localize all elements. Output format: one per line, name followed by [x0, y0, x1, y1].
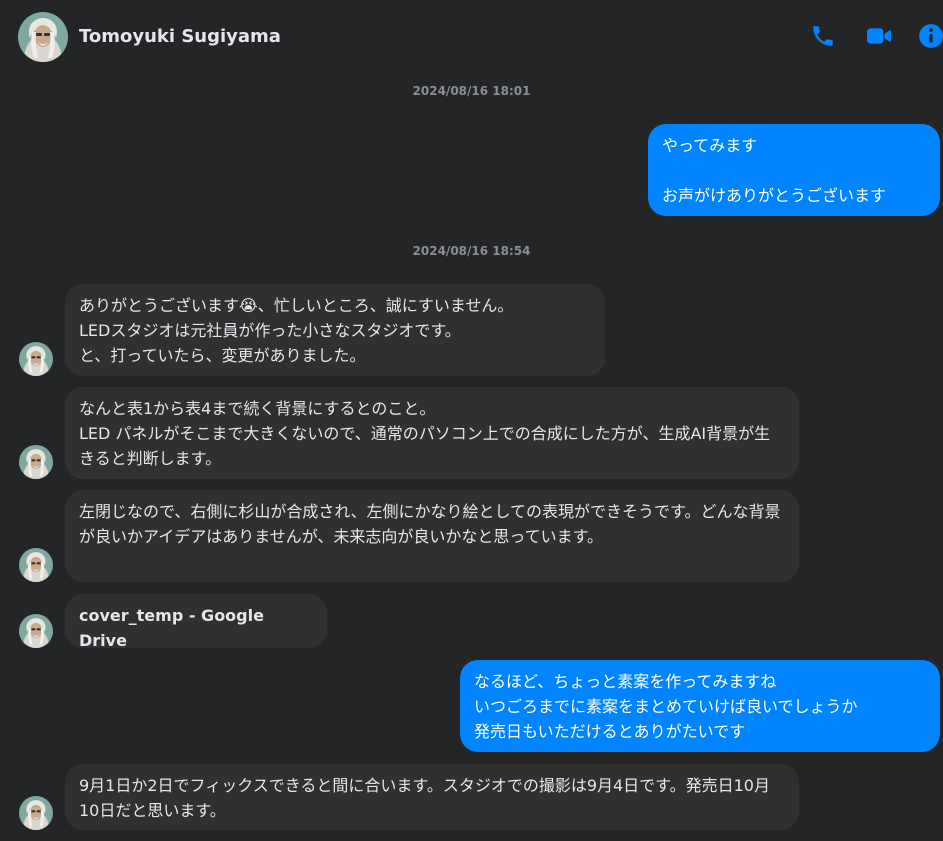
incoming-message[interactable]: なんと表1から表4まで続く背景にするとのこと。 LED パネルがそこまで大きくな…: [65, 387, 799, 479]
sender-avatar[interactable]: [19, 614, 53, 648]
conversation-header: Tomoyuki Sugiyama: [0, 0, 943, 74]
message-timestamp: 2024/08/16 18:54: [412, 244, 531, 258]
phone-icon[interactable]: [810, 23, 836, 49]
info-icon[interactable]: [918, 23, 943, 49]
message-timestamp: 2024/08/16 18:01: [412, 84, 531, 98]
contact-name[interactable]: Tomoyuki Sugiyama: [79, 26, 281, 47]
outgoing-message[interactable]: やってみます お声がけありがとうございます: [648, 124, 940, 216]
sender-avatar[interactable]: [19, 796, 53, 830]
incoming-message[interactable]: 9月1日か2日でフィックスできると間に合います。スタジオでの撮影は9月4日です。…: [65, 764, 799, 830]
sender-avatar[interactable]: [19, 445, 53, 479]
contact-avatar[interactable]: [18, 12, 68, 62]
incoming-message[interactable]: 左閉じなので、右側に杉山が合成され、左側にかなり絵としての表現ができそうです。ど…: [65, 490, 799, 582]
shared-link-message[interactable]: cover_temp - Google Drive: [65, 594, 327, 650]
outgoing-message[interactable]: なるほど、ちょっと素案を作ってみますね いつごろまでに素案をまとめていけば良いで…: [460, 660, 940, 752]
sender-avatar[interactable]: [19, 548, 53, 582]
sender-avatar[interactable]: [19, 342, 53, 376]
incoming-message[interactable]: ありがとうございます😭、忙しいところ、誠にすいません。 LEDスタジオは元社員が…: [65, 284, 605, 376]
video-call-icon[interactable]: [866, 23, 892, 49]
